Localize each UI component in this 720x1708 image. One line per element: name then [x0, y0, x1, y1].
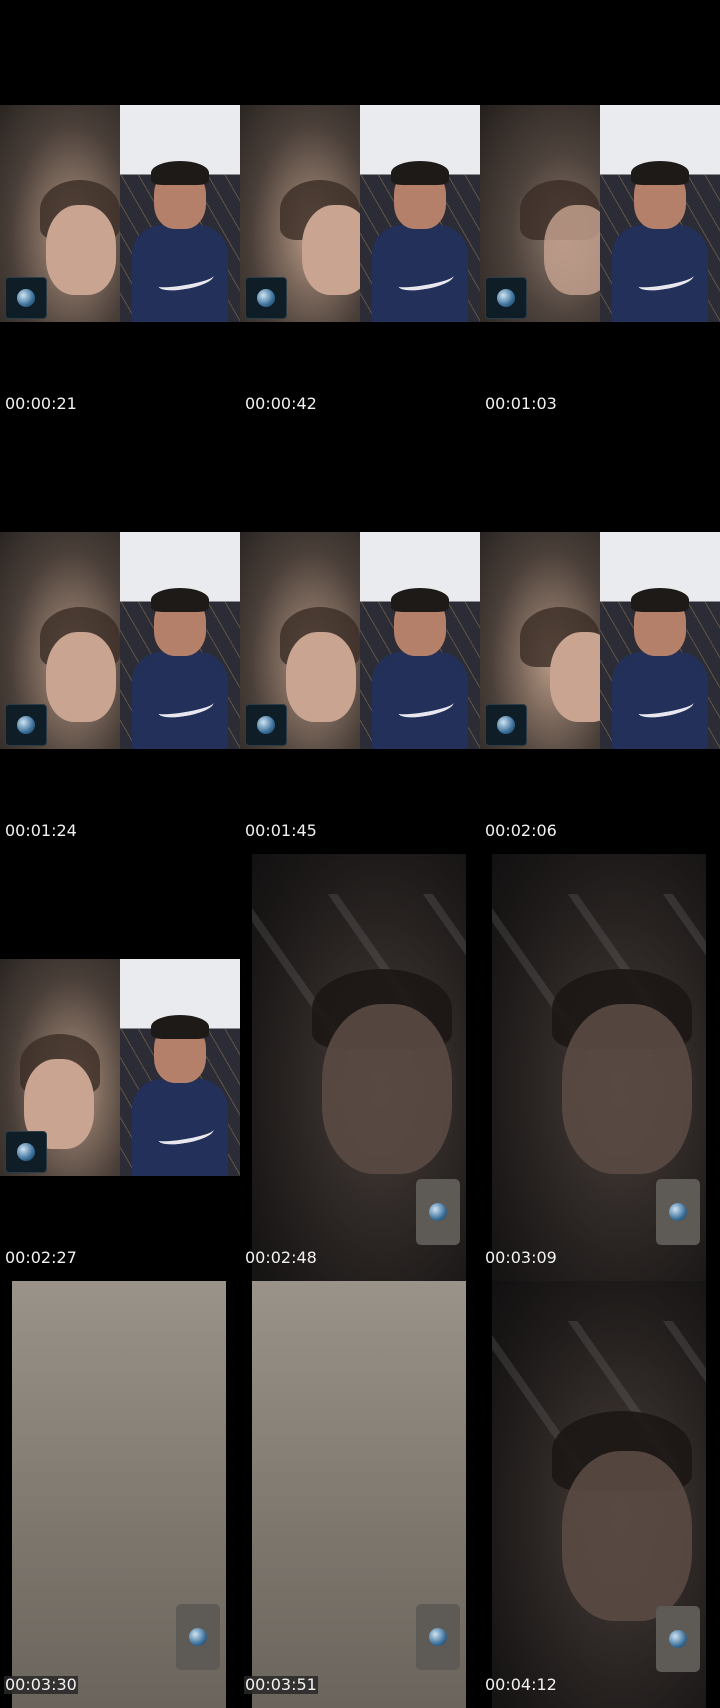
- callee-video: [120, 959, 240, 1176]
- timestamp: 00:01:45: [245, 821, 317, 840]
- video-call-frame: [480, 105, 720, 322]
- selfie-video-frame: [492, 1281, 706, 1708]
- callee-video: [600, 105, 720, 322]
- frame-6: 00:02:06: [480, 427, 720, 854]
- video-call-frame: [0, 532, 240, 749]
- timestamp: 00:04:12: [485, 1675, 557, 1694]
- globe-icon: [189, 1628, 207, 1646]
- wall-video-frame: [12, 1281, 226, 1708]
- timestamp: 00:02:06: [485, 821, 557, 840]
- timestamp: 00:03:30: [4, 1675, 78, 1694]
- callee-video: [120, 532, 240, 749]
- selfie-video-frame: [492, 854, 706, 1281]
- frame-8: 00:02:48: [240, 854, 480, 1281]
- globe-icon: [497, 716, 515, 734]
- pip-window[interactable]: [5, 1131, 47, 1173]
- video-call-frame: [480, 532, 720, 749]
- video-call-frame: [240, 105, 480, 322]
- pip-window[interactable]: [5, 277, 47, 319]
- pip-window[interactable]: [485, 277, 527, 319]
- timestamp: 00:00:21: [5, 394, 77, 413]
- frame-4: 00:01:24: [0, 427, 240, 854]
- globe-icon: [429, 1203, 447, 1221]
- callee-video: [120, 105, 240, 322]
- frame-2: 00:00:42: [240, 0, 480, 427]
- timestamp: 00:03:09: [485, 1248, 557, 1267]
- globe-icon: [429, 1628, 447, 1646]
- globe-icon: [17, 289, 35, 307]
- callee-video: [600, 532, 720, 749]
- frame-7: 00:02:27: [0, 854, 240, 1281]
- wall-video-frame: [252, 1281, 466, 1708]
- globe-icon: [669, 1630, 687, 1648]
- frame-5: 00:01:45: [240, 427, 480, 854]
- callee-video: [360, 105, 480, 322]
- globe-icon: [497, 289, 515, 307]
- timestamp: 00:02:48: [245, 1248, 317, 1267]
- frame-1: 00:00:21: [0, 0, 240, 427]
- floating-pip-window[interactable]: [176, 1604, 220, 1670]
- pip-window[interactable]: [245, 277, 287, 319]
- pip-window[interactable]: [5, 704, 47, 746]
- floating-pip-window[interactable]: [416, 1179, 460, 1245]
- globe-icon: [257, 289, 275, 307]
- floating-pip-window[interactable]: [656, 1606, 700, 1672]
- timestamp: 00:03:51: [244, 1675, 318, 1694]
- callee-video: [360, 532, 480, 749]
- timestamp: 00:02:27: [5, 1248, 77, 1267]
- timestamp: 00:01:24: [5, 821, 77, 840]
- globe-icon: [257, 716, 275, 734]
- selfie-video-frame: [252, 854, 466, 1281]
- globe-icon: [17, 716, 35, 734]
- frame-9: 00:03:09: [480, 854, 720, 1281]
- floating-pip-window[interactable]: [416, 1604, 460, 1670]
- pip-window[interactable]: [245, 704, 287, 746]
- floating-pip-window[interactable]: [656, 1179, 700, 1245]
- frame-12: 00:04:12: [480, 1281, 720, 1708]
- globe-icon: [17, 1143, 35, 1161]
- pip-window[interactable]: [485, 704, 527, 746]
- frame-3: 00:01:03: [480, 0, 720, 427]
- video-call-frame: [0, 105, 240, 322]
- globe-icon: [669, 1203, 687, 1221]
- contact-sheet: 00:00:21 00:00:42 00:01:03 00:01:24 00:0…: [0, 0, 720, 1708]
- timestamp: 00:00:42: [245, 394, 317, 413]
- timestamp: 00:01:03: [485, 394, 557, 413]
- video-call-frame: [0, 959, 240, 1176]
- frame-10: 00:03:30: [0, 1281, 240, 1708]
- frame-11: 00:03:51: [240, 1281, 480, 1708]
- video-call-frame: [240, 532, 480, 749]
